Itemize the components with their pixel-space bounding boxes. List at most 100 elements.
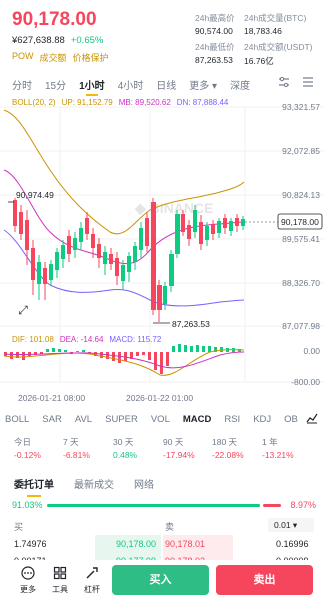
perf-label: 30 天: [113, 437, 134, 447]
stat-value: 18,783.46: [244, 26, 282, 36]
perf-label: 今日: [14, 437, 32, 447]
tab-15m[interactable]: 15分: [45, 77, 66, 92]
tab-more[interactable]: 更多 ▾: [189, 77, 217, 92]
fullscreen-icon[interactable]: ⤢: [14, 303, 32, 321]
more-icon[interactable]: [16, 566, 40, 583]
macd-histogram: [4, 344, 241, 374]
more-label[interactable]: 更多: [16, 584, 40, 595]
tab-network[interactable]: 网络: [134, 476, 154, 491]
chart-tools: [278, 76, 314, 91]
perf-180d: 180 天 -22.08%: [212, 436, 244, 460]
perf-label: 90 天: [163, 437, 184, 447]
sell-ratio: 8.97%: [290, 500, 316, 510]
bid-price[interactable]: 90,178.00: [116, 539, 156, 549]
price-axis-label: 90,824.13: [282, 190, 320, 200]
perf-label: 1 年: [262, 437, 278, 447]
tag-pow[interactable]: POW: [12, 51, 34, 64]
ask-price[interactable]: 90,178.01: [165, 539, 205, 549]
price-axis-label: 87,077.98: [282, 321, 320, 331]
macd-value: MACD: 115.72: [109, 335, 162, 344]
ind-tab-macd[interactable]: MACD: [183, 414, 212, 425]
ind-tab-ob[interactable]: OB: [284, 414, 298, 425]
ind-tab-avl[interactable]: AVL: [75, 414, 92, 425]
low-annotation: 87,263.53: [172, 319, 210, 329]
tag-turnover[interactable]: 成交额: [40, 51, 67, 64]
buy-ratio-bar: [47, 504, 260, 507]
tab-orderbook[interactable]: 委托订单: [14, 476, 54, 497]
boll-middle: [3, 169, 245, 265]
perf-today: 今日 -0.12%: [14, 436, 41, 460]
bid-header: 买: [14, 522, 24, 532]
kline-chart[interactable]: ◆ BINANCE: [0, 100, 324, 400]
tab-depth[interactable]: 深度: [230, 77, 250, 92]
price-axis-label: 89,575.41: [282, 234, 320, 244]
stat-volume: 24h成交量(BTC) 18,783.46: [244, 12, 306, 36]
high-annotation: 90,974.49: [16, 190, 54, 200]
stat-high: 24h最高价 90,574.00: [195, 12, 235, 36]
tab-recent-trades[interactable]: 最新成交: [74, 476, 114, 491]
perf-label: 180 天: [212, 437, 238, 447]
stat-label: 24h成交额(USDT): [244, 42, 313, 52]
price-axis-label: 93,321.57: [282, 102, 320, 112]
stat-value: 16.76亿: [244, 56, 274, 66]
stat-label: 24h最低价: [195, 42, 235, 52]
tab-line[interactable]: 分时: [12, 77, 32, 92]
indicator-chart-icon[interactable]: [306, 412, 318, 427]
macd-dif: DIF: 101.08: [12, 335, 54, 344]
macd-dea: DEA: -14.64: [59, 335, 104, 344]
stat-label: 24h最高价: [195, 13, 235, 23]
tab-4h[interactable]: 4小时: [118, 77, 144, 92]
date-label: 2026-01-22 01:00: [126, 393, 194, 403]
tab-1h[interactable]: 1小时: [79, 77, 105, 96]
buy-button[interactable]: 买入: [112, 565, 209, 595]
tools-icon[interactable]: [48, 566, 72, 583]
leverage-label[interactable]: 杠杆: [80, 584, 104, 595]
ask-qty[interactable]: 0.16996: [276, 539, 309, 549]
perf-label: 7 天: [63, 437, 79, 447]
ind-tab-boll[interactable]: BOLL: [5, 414, 29, 425]
sell-ratio-bar: [263, 504, 281, 507]
change-percent: +0.65%: [70, 35, 104, 46]
fiat-value: ¥627,638.88: [12, 35, 65, 46]
perf-30d: 30 天 0.48%: [113, 436, 137, 460]
stat-value: 87,263.53: [195, 55, 233, 65]
perf-value: -0.12%: [14, 450, 41, 460]
precision-select[interactable]: 0.01 ▾: [268, 518, 314, 532]
bid-qty[interactable]: 1.74976: [14, 539, 47, 549]
price-subline: ¥627,638.88 +0.65%: [12, 35, 103, 46]
macd-axis-label: 0.00: [303, 346, 320, 356]
stat-turnover: 24h成交额(USDT) 16.76亿: [244, 41, 312, 67]
ind-tab-kdj[interactable]: KDJ: [253, 414, 271, 425]
perf-value: -22.08%: [212, 450, 244, 460]
last-price: 90,178.00: [12, 9, 97, 30]
perf-7d: 7 天 -6.81%: [63, 436, 90, 460]
leverage-icon[interactable]: [80, 566, 104, 583]
ind-tab-rsi[interactable]: RSI: [224, 414, 240, 425]
ask-header: 卖: [165, 522, 175, 532]
sell-button[interactable]: 卖出: [216, 565, 313, 595]
perf-value: 0.48%: [113, 450, 138, 460]
macd-legend: DIF: 101.08 DEA: -14.64 MACD: 115.72: [12, 335, 161, 344]
macd-axis-label: -800.00: [291, 377, 320, 387]
orderbook-tabs: 委托订单 最新成交 网络: [14, 476, 154, 497]
tab-1d[interactable]: 日线: [156, 77, 176, 92]
tag-price-protection[interactable]: 价格保护: [73, 51, 109, 64]
price-axis-label: 92,072.85: [282, 146, 320, 156]
timeframe-tabs: 分时 15分 1小时 4小时 日线 更多 ▾ 深度: [0, 75, 324, 96]
buy-ratio: 91.03%: [12, 500, 43, 510]
perf-1y: 1 年 -13.21%: [262, 436, 294, 460]
price-axis-label: 88,326.70: [282, 278, 320, 288]
tools-label[interactable]: 工具: [48, 584, 72, 595]
perf-90d: 90 天 -17.94%: [163, 436, 195, 460]
indicator-tabs: BOLL SAR AVL SUPER VOL MACD RSI KDJ OB: [0, 414, 324, 425]
ind-tab-sar[interactable]: SAR: [42, 414, 62, 425]
stat-low: 24h最低价 87,263.53: [195, 41, 235, 65]
current-price-tag: 90,178.00: [281, 217, 319, 227]
perf-value: -17.94%: [163, 450, 195, 460]
indicator-icon[interactable]: [302, 76, 314, 91]
ind-tab-super[interactable]: SUPER: [105, 414, 138, 425]
stat-label: 24h成交量(BTC): [244, 13, 307, 23]
ind-tab-vol[interactable]: VOL: [151, 414, 170, 425]
chart-settings-icon[interactable]: [278, 76, 290, 91]
stat-value: 90,574.00: [195, 26, 233, 36]
